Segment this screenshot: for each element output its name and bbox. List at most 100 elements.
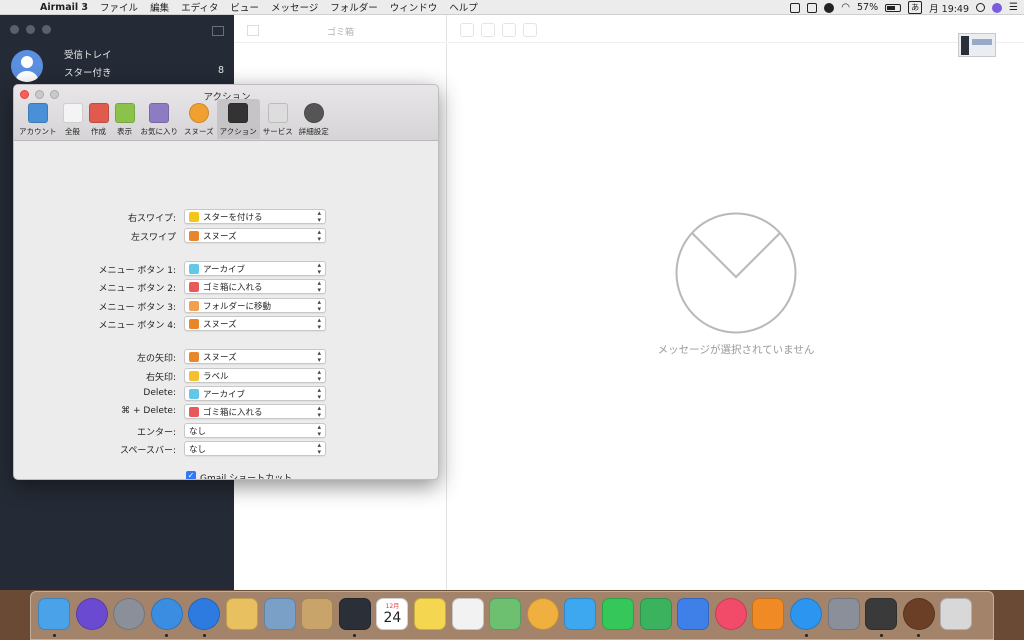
compose-icon[interactable] (212, 26, 224, 36)
message-toolbar (460, 23, 537, 37)
running-indicator (202, 634, 206, 637)
tab-label: 詳細設定 (298, 127, 329, 136)
menu-view[interactable]: ビュー (224, 0, 265, 14)
action-select[interactable]: ゴミ箱に入れる ▴ ▾ (184, 404, 326, 419)
airmail-icon[interactable] (338, 598, 371, 630)
action-label: メニュー ボタン 2: (98, 284, 176, 294)
trash-icon[interactable] (481, 23, 495, 37)
archive-icon (189, 388, 199, 399)
action-select[interactable]: なし ▴ ▾ (184, 423, 326, 438)
screenshot-status-icon[interactable] (807, 2, 818, 13)
music-icon[interactable] (714, 598, 747, 630)
reply-icon[interactable] (523, 23, 537, 37)
finder-icon[interactable] (38, 598, 70, 630)
action-select[interactable]: ゴミ箱に入れる ▴ ▾ (184, 279, 326, 294)
keynote-icon[interactable] (677, 598, 710, 630)
app-store-icon[interactable] (790, 598, 822, 630)
wifi-icon[interactable]: ◠ (841, 2, 850, 13)
tab-compose[interactable]: 作成 (86, 99, 112, 139)
books-icon[interactable] (752, 598, 785, 630)
calendar-icon[interactable]: 12月 24 (376, 598, 409, 630)
battery-icon[interactable] (885, 3, 902, 12)
snooze-icon (189, 351, 199, 362)
action-select[interactable]: スヌーズ ▴ ▾ (184, 228, 326, 243)
menu-edit[interactable]: 編集 (144, 0, 175, 14)
tab-general[interactable]: 全般 (60, 99, 86, 139)
facetime-icon[interactable] (602, 598, 634, 630)
clock[interactable]: 月 19:49 (929, 1, 969, 15)
sidebar-item-inbox[interactable]: 受信トレイ (64, 47, 112, 61)
running-indicator (165, 634, 169, 637)
gmail-shortcut-checkbox[interactable]: ✓ (186, 471, 196, 479)
close-button[interactable] (10, 25, 19, 34)
action-label: 右矢印: (145, 373, 176, 383)
window-thumbnail[interactable] (958, 33, 996, 57)
launchpad-icon[interactable] (113, 598, 146, 630)
action-select[interactable]: アーカイブ ▴ ▾ (184, 386, 326, 401)
tab-accounts[interactable]: アカウント (16, 99, 60, 139)
zulu-potion-icon[interactable] (902, 598, 935, 630)
trash-icon[interactable] (940, 598, 973, 630)
action-label: 右スワイプ: (127, 214, 176, 224)
notification-center-icon[interactable]: ☰ (1009, 2, 1018, 13)
menu-editor[interactable]: エディタ (175, 0, 224, 14)
snooze-icon[interactable] (502, 23, 516, 37)
tab-services[interactable]: サービス (260, 99, 296, 139)
chevron-updown-icon: ▴ ▾ (317, 441, 321, 456)
menu-file[interactable]: ファイル (94, 0, 144, 14)
battery-percent[interactable]: 57% (857, 2, 878, 13)
notes-icon[interactable] (414, 598, 446, 630)
folder-icon (189, 300, 199, 311)
textedit-icon[interactable] (226, 598, 258, 630)
tab-advanced[interactable]: 詳細設定 (296, 99, 332, 139)
menu-help[interactable]: ヘルプ (443, 0, 484, 14)
siri-icon[interactable] (75, 598, 108, 630)
tab-display[interactable]: 表示 (112, 99, 138, 139)
shield-status-icon[interactable] (824, 2, 835, 13)
zoom-button[interactable] (42, 25, 51, 34)
activity-monitor-icon[interactable] (865, 598, 898, 630)
menu-window[interactable]: ウィンドウ (384, 0, 444, 14)
action-select[interactable]: スヌーズ ▴ ▾ (184, 316, 326, 331)
action-row: 右スワイプ: スターを付ける ▴ ▾ (14, 209, 438, 225)
action-row: エンター: なし ▴ ▾ (14, 423, 438, 439)
sidebar-item-starred[interactable]: スター付き (64, 65, 112, 79)
airmail-clock-icon[interactable] (188, 598, 221, 630)
action-select[interactable]: フォルダーに移動 ▴ ▾ (184, 298, 326, 313)
action-row: メニュー ボタン 2: ゴミ箱に入れる ▴ ▾ (14, 279, 438, 295)
chevron-updown-icon: ▴ ▾ (317, 279, 321, 294)
input-mode[interactable]: あ (908, 1, 923, 14)
tab-favorites[interactable]: お気に入り (138, 99, 182, 139)
numbers-icon[interactable] (639, 598, 672, 630)
tab-snooze[interactable]: スヌーズ (181, 99, 217, 139)
safari-icon[interactable] (150, 598, 183, 630)
tab-actions[interactable]: アクション (216, 99, 260, 139)
calendar-day: 24 (383, 610, 402, 626)
account-avatar[interactable] (11, 50, 43, 82)
menu-message[interactable]: メッセージ (265, 0, 324, 14)
app-menu[interactable]: Airmail 3 (34, 2, 94, 13)
reminders-icon[interactable] (451, 598, 484, 630)
action-select[interactable]: なし ▴ ▾ (184, 441, 326, 456)
action-select[interactable]: ラベル ▴ ▾ (184, 368, 326, 383)
photos-icon[interactable] (526, 598, 559, 630)
maps-icon[interactable] (489, 598, 522, 630)
action-select[interactable]: スヌーズ ▴ ▾ (184, 349, 326, 364)
system-preferences-icon[interactable] (827, 598, 860, 630)
archive-icon[interactable] (460, 23, 474, 37)
action-value: フォルダーに移動 (203, 301, 272, 312)
spotlight-icon[interactable] (976, 3, 986, 12)
airmail-status-icon[interactable] (790, 2, 801, 13)
user-avatar-icon[interactable] (992, 2, 1003, 13)
action-label: エンター: (136, 428, 176, 438)
messages-icon[interactable] (564, 598, 597, 630)
menu-folder[interactable]: フォルダー (324, 0, 384, 14)
action-select[interactable]: スターを付ける ▴ ▾ (184, 209, 326, 224)
chevron-updown-icon: ▴ ▾ (317, 386, 321, 401)
minimize-button[interactable] (26, 25, 35, 34)
notes-box-icon[interactable] (301, 598, 334, 630)
preview-icon[interactable] (263, 598, 296, 630)
chevron-updown-icon: ▴ ▾ (317, 228, 321, 243)
action-select[interactable]: アーカイブ ▴ ▾ (184, 261, 326, 276)
action-value: なし (189, 444, 207, 455)
